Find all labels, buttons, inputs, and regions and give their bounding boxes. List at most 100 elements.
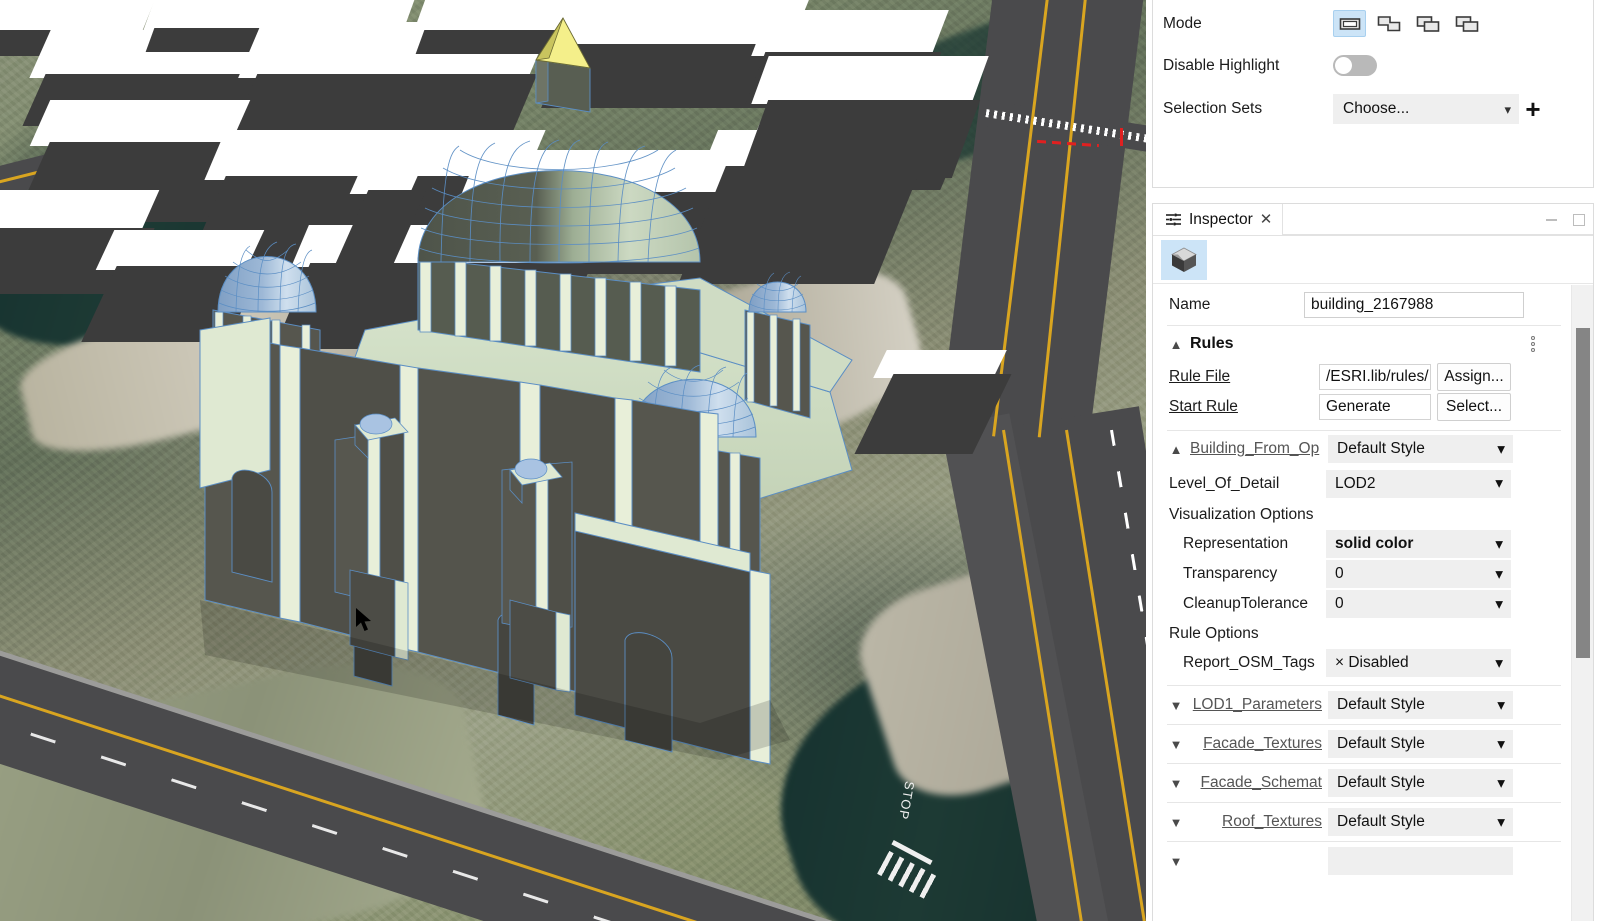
style-group-label[interactable]: Facade_Schemat xyxy=(1190,774,1328,792)
intersect-selection-icon xyxy=(1416,15,1440,33)
attribute-label: Report_OSM_Tags xyxy=(1169,654,1326,672)
maximize-icon[interactable] xyxy=(1573,214,1585,226)
attribute-section-header: Rule Options xyxy=(1153,619,1571,648)
inspector-tabbar: Inspector ✕ xyxy=(1153,204,1593,236)
style-dropdown[interactable]: Default Style ▾ xyxy=(1328,808,1513,836)
shape-tab-button[interactable] xyxy=(1161,240,1207,280)
chevron-down-icon[interactable]: ▼ xyxy=(1167,776,1185,791)
3d-scene-viewport[interactable]: STOP xyxy=(0,0,1146,921)
attribute-row: Level_Of_Detail LOD2 ▾ xyxy=(1153,467,1571,500)
mode-add-button[interactable] xyxy=(1372,10,1405,37)
rule-file-input[interactable]: /ESRI.lib/rules/ xyxy=(1319,364,1431,390)
chevron-up-icon[interactable]: ▲ xyxy=(1167,442,1185,457)
vertical-dots-icon[interactable] xyxy=(1531,336,1535,352)
chevron-up-icon[interactable]: ▲ xyxy=(1167,337,1185,352)
rule-file-label[interactable]: Rule File xyxy=(1169,368,1319,386)
chevron-down-icon[interactable]: ▼ xyxy=(1167,698,1185,713)
style-dropdown[interactable]: Default Style ▾ xyxy=(1328,691,1513,719)
attribute-value: × Disabled xyxy=(1335,654,1409,672)
chevron-down-icon: ▾ xyxy=(1495,595,1503,614)
style-group-lod1-parameters[interactable]: ▼ LOD1_Parameters Default Style ▾ xyxy=(1153,686,1571,724)
style-dropdown[interactable]: Default Style ▾ xyxy=(1328,769,1513,797)
name-row: Name building_2167988 xyxy=(1153,285,1571,325)
style-group-label[interactable]: LOD1_Parameters xyxy=(1190,696,1328,714)
attribute-section-header: Visualization Options xyxy=(1153,500,1571,529)
name-input[interactable]: building_2167988 xyxy=(1304,292,1524,318)
attribute-section-label: Visualization Options xyxy=(1169,506,1313,524)
toggle-knob xyxy=(1335,57,1352,74)
attribute-dropdown[interactable]: × Disabled ▾ xyxy=(1326,649,1511,677)
chevron-down-icon: ▾ xyxy=(1497,735,1505,754)
style-group-roof-textures[interactable]: ▼ Roof_Textures Default Style ▾ xyxy=(1153,803,1571,841)
name-label: Name xyxy=(1169,296,1304,314)
arrow-pointer-cursor xyxy=(356,608,374,634)
attribute-row: Representation solid color ▾ xyxy=(1153,529,1571,559)
application-window: STOP xyxy=(0,0,1600,921)
mode-subtract-button[interactable] xyxy=(1450,10,1483,37)
chevron-down-icon: ▾ xyxy=(1497,696,1505,715)
tab-inspector[interactable]: Inspector ✕ xyxy=(1153,204,1283,235)
attribute-row: CleanupTolerance 0 ▾ xyxy=(1153,589,1571,619)
assign-rule-file-button[interactable]: Assign... xyxy=(1437,363,1511,391)
attribute-value: LOD2 xyxy=(1335,475,1376,493)
minimize-icon[interactable] xyxy=(1546,219,1557,221)
attribute-dropdown[interactable]: 0 ▾ xyxy=(1326,590,1511,618)
attribute-row: Report_OSM_Tags × Disabled ▾ xyxy=(1153,648,1571,678)
style-group-label[interactable]: Building_From_Op xyxy=(1190,440,1328,458)
style-value: Default Style xyxy=(1337,696,1425,714)
attribute-dropdown[interactable]: solid color ▾ xyxy=(1326,530,1511,558)
style-group-label[interactable]: Facade_Textures xyxy=(1190,735,1328,753)
add-to-selection-icon xyxy=(1377,15,1401,33)
start-rule-row: Start Rule Generate Select... xyxy=(1153,392,1571,422)
start-rule-label[interactable]: Start Rule xyxy=(1169,398,1319,416)
mode-row: Mode xyxy=(1153,0,1593,37)
mode-button-group[interactable] xyxy=(1333,10,1483,37)
style-group-facade-textures[interactable]: ▼ Facade_Textures Default Style ▾ xyxy=(1153,725,1571,763)
chevron-down-icon: ▾ xyxy=(1495,565,1503,584)
attribute-dropdown[interactable]: 0 ▾ xyxy=(1326,560,1511,588)
disable-highlight-toggle[interactable] xyxy=(1333,55,1377,76)
chevron-down-icon: ▾ xyxy=(1495,535,1503,554)
selected-building-model[interactable] xyxy=(0,0,1146,921)
inspector-object-type-bar xyxy=(1153,236,1593,284)
attribute-section-label: Rule Options xyxy=(1169,625,1259,643)
disable-highlight-label: Disable Highlight xyxy=(1163,57,1333,75)
style-value: Default Style xyxy=(1337,735,1425,753)
replace-selection-icon xyxy=(1339,16,1361,32)
style-dropdown[interactable]: Default Style ▾ xyxy=(1328,730,1513,758)
selection-sets-dropdown[interactable]: Choose... ▾ xyxy=(1333,94,1519,124)
building-left-wing xyxy=(200,318,270,488)
attribute-value: 0 xyxy=(1335,595,1344,613)
tower-left-dome xyxy=(218,257,316,313)
attribute-value: solid color xyxy=(1335,535,1413,553)
chevron-down-icon: ▾ xyxy=(1497,774,1505,793)
attribute-label: Representation xyxy=(1169,535,1326,553)
inspector-panel: Inspector ✕ xyxy=(1152,203,1594,921)
style-dropdown[interactable]: Default Style ▾ xyxy=(1328,435,1513,463)
style-group-facade-schemat[interactable]: ▼ Facade_Schemat Default Style ▾ xyxy=(1153,764,1571,802)
close-icon[interactable]: ✕ xyxy=(1260,212,1273,227)
style-dropdown[interactable] xyxy=(1328,847,1513,875)
disable-highlight-row: Disable Highlight xyxy=(1153,37,1593,76)
select-start-rule-button[interactable]: Select... xyxy=(1437,393,1511,421)
chevron-down-icon[interactable]: ▼ xyxy=(1167,854,1185,869)
attribute-label: Transparency xyxy=(1169,565,1326,583)
style-group-building-from-op[interactable]: ▲ Building_From_Op Default Style ▾ xyxy=(1153,431,1571,467)
add-selection-set-button[interactable]: + xyxy=(1519,95,1547,123)
mode-intersect-button[interactable] xyxy=(1411,10,1444,37)
inspector-icon xyxy=(1165,213,1182,226)
rule-file-row: Rule File /ESRI.lib/rules/ Assign... xyxy=(1153,362,1571,392)
selection-sets-label: Selection Sets xyxy=(1163,100,1333,118)
style-value: Default Style xyxy=(1337,813,1425,831)
rules-group-header[interactable]: ▲ Rules xyxy=(1153,326,1571,362)
style-group-label[interactable]: Roof_Textures xyxy=(1190,813,1328,831)
attribute-dropdown[interactable]: LOD2 ▾ xyxy=(1326,470,1511,498)
chevron-down-icon[interactable]: ▼ xyxy=(1167,737,1185,752)
start-rule-input[interactable]: Generate xyxy=(1319,394,1431,420)
dome-lantern-light-face xyxy=(536,58,548,103)
mode-replace-button[interactable] xyxy=(1333,10,1366,37)
inspector-scrollbar[interactable] xyxy=(1571,285,1593,921)
style-group-partial[interactable]: ▼ xyxy=(1153,842,1571,880)
inspector-scrollbar-thumb[interactable] xyxy=(1576,328,1590,658)
chevron-down-icon[interactable]: ▼ xyxy=(1167,815,1185,830)
